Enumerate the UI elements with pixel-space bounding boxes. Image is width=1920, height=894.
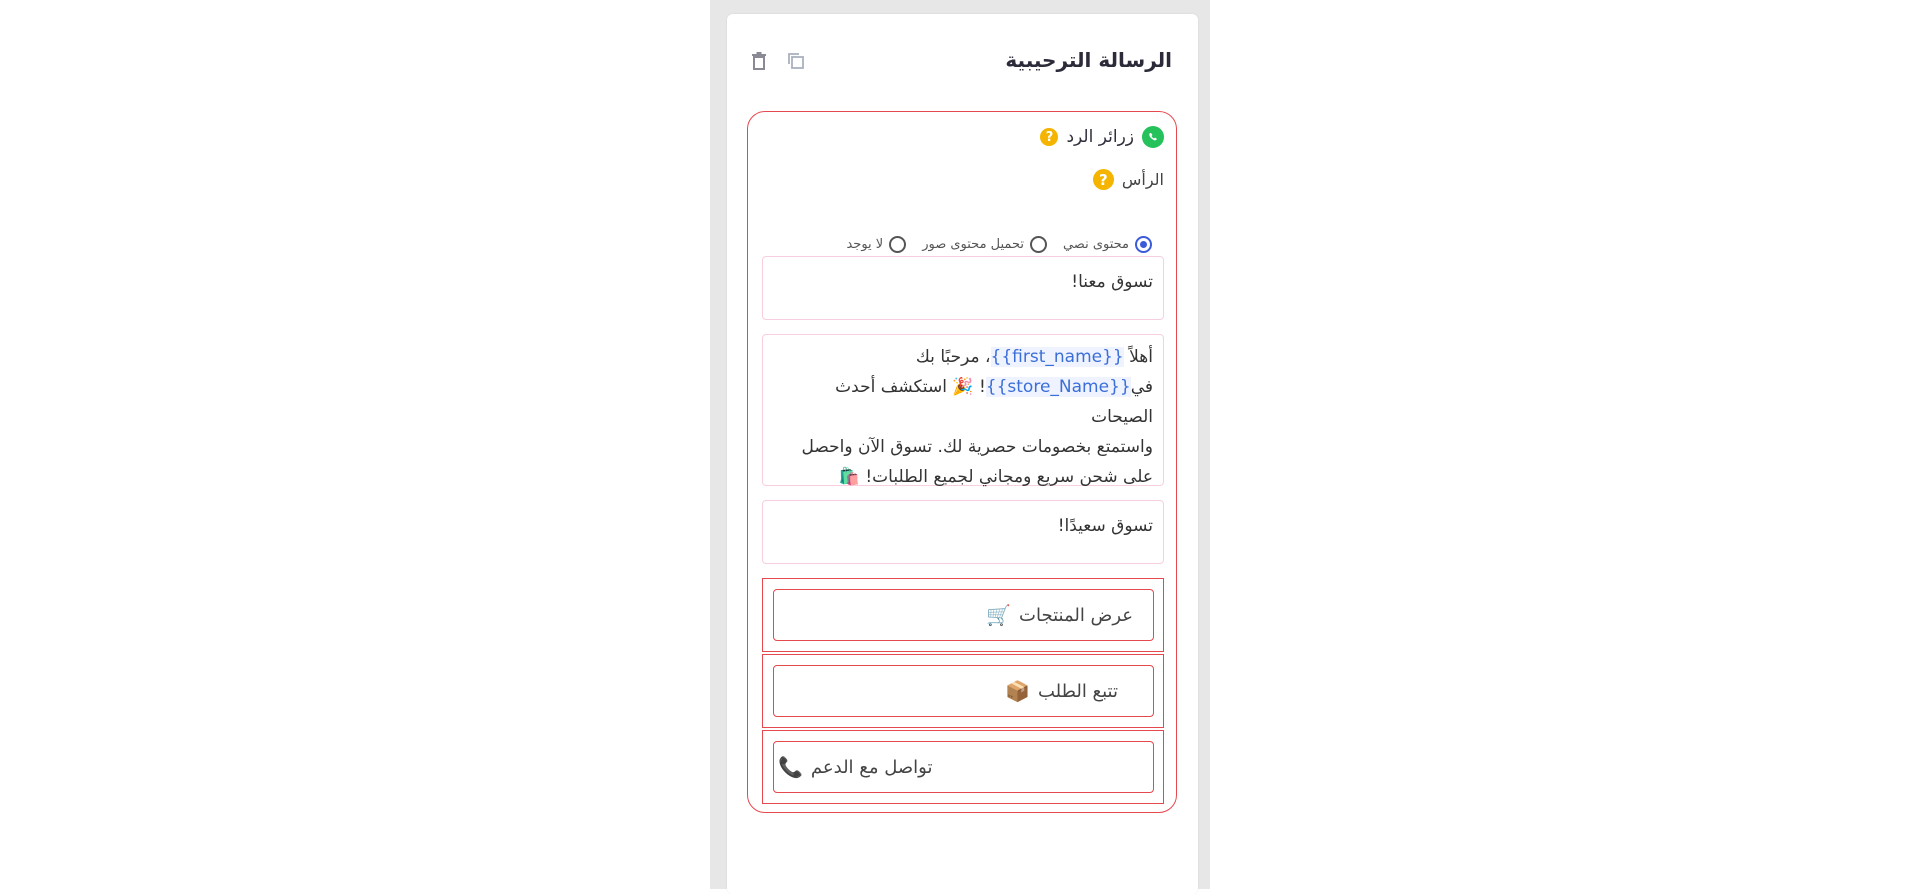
reply-button-contact-support[interactable]: 📞 تواصل مع الدعم	[773, 741, 1154, 793]
reply-button-track-order[interactable]: تتبع الطلب 📦	[773, 665, 1154, 717]
radio-unselected-icon	[1029, 236, 1047, 253]
header-type-radio-group: محتوى نصي تحميل محتوى صور لا يوجد	[846, 236, 1152, 253]
radio-text-content[interactable]: محتوى نصي	[1063, 236, 1152, 253]
card-title: الرسالة الترحيبية	[1005, 48, 1172, 72]
radio-image-upload[interactable]: تحميل محتوى صور	[922, 236, 1047, 253]
reply-buttons-panel: زرائر الرد ? الرأس ? محتوى نصي تحميل محت…	[747, 111, 1177, 813]
cart-icon: 🛒	[986, 603, 1012, 627]
header-heading: الرأس ?	[1092, 169, 1164, 190]
whatsapp-icon	[1142, 126, 1164, 148]
welcome-message-card: الرسالة الترحيبية زرائر الرد ? الرأس ? م…	[727, 14, 1198, 894]
reply-button-slot-3: 📞 تواصل مع الدعم	[762, 730, 1164, 804]
variable-store-name: {{store_Name}}	[985, 377, 1131, 397]
trash-icon	[752, 52, 766, 70]
package-icon: 📦	[1005, 679, 1030, 703]
copy-icon	[788, 53, 804, 69]
variable-first-name: {{first_name}}	[990, 347, 1124, 367]
footer-text-input[interactable]: تسوق سعيدًا!	[762, 500, 1164, 564]
radio-none[interactable]: لا يوجد	[846, 236, 907, 253]
duplicate-button[interactable]	[783, 48, 809, 74]
reply-button-slot-2: تتبع الطلب 📦	[762, 654, 1164, 728]
body-line-1: أهلاً {{first_name}}، مرحبًا بك	[915, 347, 1153, 367]
body-text-editor[interactable]: أهلاً {{first_name}}، مرحبًا بك في{{stor…	[762, 334, 1164, 487]
radio-unselected-icon	[889, 236, 907, 253]
reply-section-title: زرائر الرد	[1066, 127, 1134, 147]
phone-icon: 📞	[778, 755, 803, 779]
delete-button[interactable]	[746, 48, 772, 74]
radio-selected-icon	[1135, 236, 1152, 253]
header-label: الرأس	[1121, 170, 1164, 189]
body-line-2: في{{store_Name}}! 🎉 استكشف أحدث الصيحات	[835, 377, 1153, 427]
reply-button-view-products[interactable]: عرض المنتجات 🛒	[773, 589, 1154, 641]
body-line-4: على شحن سريع ومجاني لجميع الطلبات! 🛍️	[838, 467, 1153, 487]
header-help-icon[interactable]: ?	[1092, 169, 1114, 190]
reply-section-heading: زرائر الرد ?	[1040, 126, 1164, 148]
help-icon[interactable]: ?	[1040, 128, 1059, 146]
header-text-input[interactable]: تسوق معنا!	[762, 256, 1164, 320]
body-line-3: واستمتع بخصومات حصرية لك. تسوق الآن واحص…	[801, 437, 1153, 457]
reply-button-slot-1: عرض المنتجات 🛒	[762, 578, 1164, 652]
